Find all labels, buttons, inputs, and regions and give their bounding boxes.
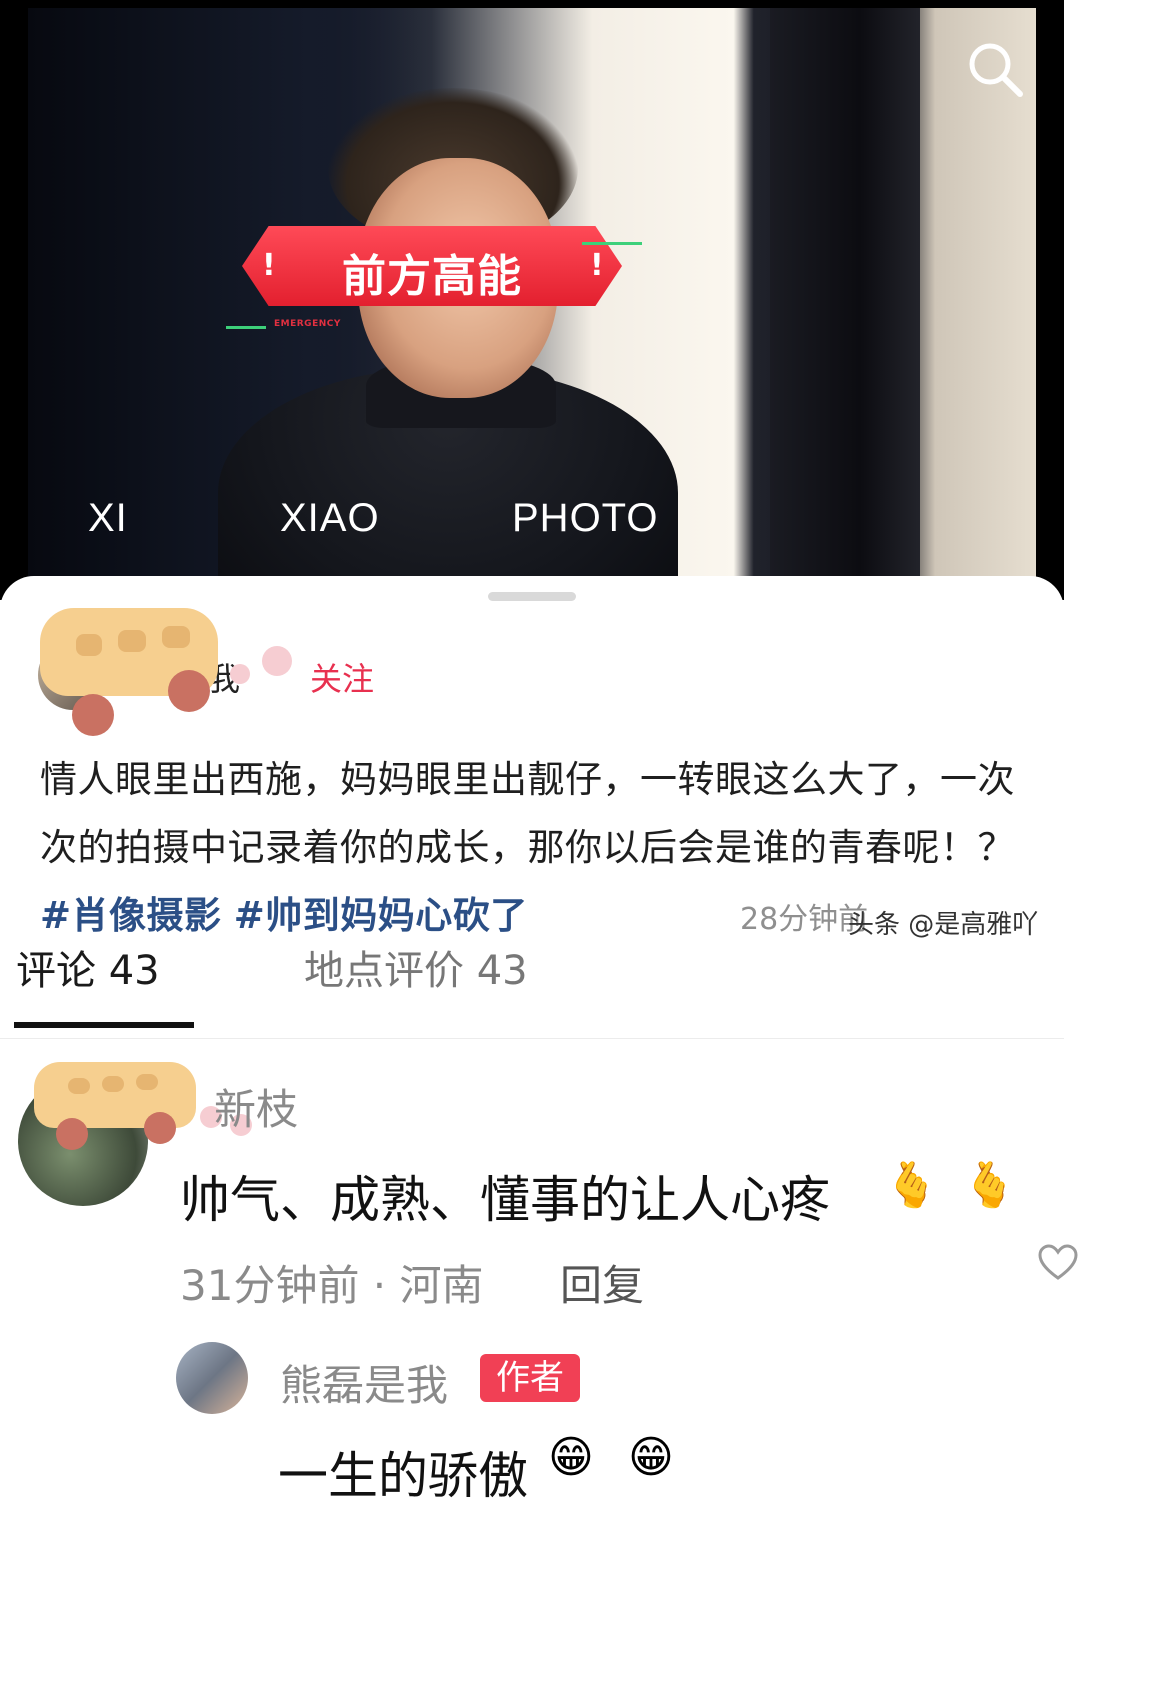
like-heart-icon[interactable] (1038, 1244, 1078, 1284)
reply-text: 一生的骄傲 (278, 1447, 528, 1505)
drag-handle[interactable] (488, 592, 576, 601)
photo-label-photo: PHOTO (512, 496, 659, 540)
banner-exclamation-right: ! (590, 248, 604, 283)
privacy-sticker-bus (34, 1062, 198, 1154)
sticker-window (76, 634, 102, 656)
sticker-window (102, 1076, 124, 1092)
sticker-wheel (72, 694, 114, 736)
reply-button[interactable]: 回复 (560, 1252, 644, 1313)
photo-label-xi: XI (88, 496, 128, 540)
banner-accent-line (226, 326, 266, 329)
sticker-wheel (144, 1112, 176, 1144)
grin-emoji: 😁 (548, 1432, 594, 1483)
active-tab-indicator (14, 1022, 194, 1028)
comment-sheet: 我 关注 情人眼里出西施，妈妈眼里出靓仔，一转眼这么大了，一次次的拍摄中记录着你… (0, 576, 1078, 1536)
banner-accent-line (582, 242, 642, 245)
privacy-sticker-dot (230, 664, 250, 684)
sticker-wheel (168, 670, 210, 712)
hype-banner: ! 前方高能 ! EMERGENCY (226, 222, 642, 329)
commenter-name[interactable]: 新枝 (214, 1076, 298, 1137)
sticker-window (162, 626, 190, 648)
replier-name[interactable]: 熊磊是我 (280, 1352, 448, 1413)
heart-hands-emoji: 🫰 (884, 1160, 939, 1211)
watermark: 头条 @是高雅吖 (848, 910, 1039, 940)
photo-label-xiao: XIAO (280, 496, 380, 540)
sticker-window (118, 630, 146, 652)
search-icon[interactable] (964, 38, 1026, 100)
sticker-window (68, 1078, 90, 1094)
banner-subtitle: EMERGENCY (274, 319, 341, 329)
tab-place-reviews[interactable]: 地点评价 43 (304, 938, 528, 996)
sticker-wheel (56, 1118, 88, 1150)
grin-emoji: 😁 (628, 1432, 674, 1483)
comment-meta: 31分钟前 · 河南 (180, 1261, 484, 1310)
hashtag-portrait[interactable]: #肖像摄影 (40, 894, 222, 937)
follow-button[interactable]: 关注 (310, 654, 374, 700)
tab-divider (0, 1038, 1064, 1039)
dark-doorframe (770, 8, 920, 578)
banner-title: 前方高能 (342, 251, 522, 302)
privacy-sticker-bus (40, 608, 220, 736)
replier-avatar[interactable] (176, 1342, 248, 1414)
heart-hands-emoji: 🫰 (962, 1160, 1017, 1211)
author-badge: 作者 (480, 1354, 580, 1402)
hashtag-mom[interactable]: #帅到妈妈心砍了 (234, 894, 528, 937)
tab-comments[interactable]: 评论 43 (16, 938, 160, 996)
video-player[interactable]: ! 前方高能 ! EMERGENCY XI XIAO PHOTO (0, 0, 1064, 600)
description-text: 情人眼里出西施，妈妈眼里出靓仔，一转眼这么大了，一次次的拍摄中记录着你的成长，那… (40, 758, 1015, 869)
comment-text: 帅气、成熟、懂事的让人心疼 (180, 1171, 830, 1229)
sticker-window (136, 1074, 158, 1090)
privacy-sticker-dot (262, 646, 292, 676)
